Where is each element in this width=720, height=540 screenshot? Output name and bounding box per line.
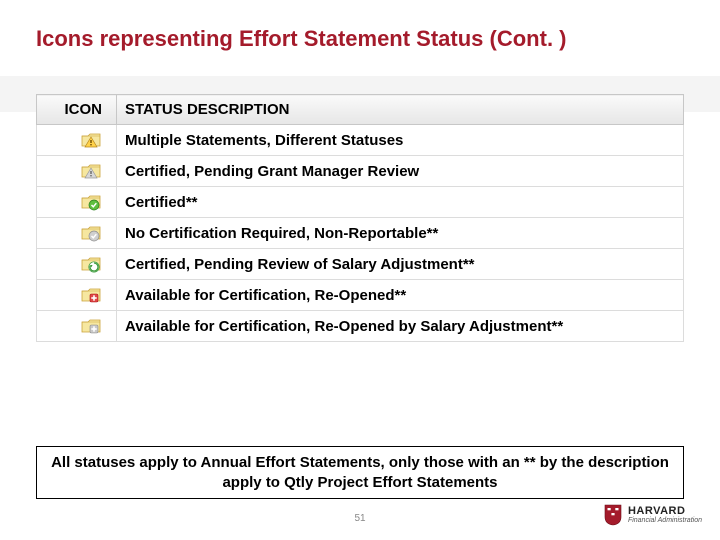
- table-row: No Certification Required, Non-Reportabl…: [37, 218, 684, 249]
- th-icon: ICON: [37, 95, 117, 125]
- brand-name: HARVARD: [628, 506, 702, 517]
- brand-block: HARVARD Financial Administration: [604, 504, 702, 526]
- brand-sub: Financial Administration: [628, 517, 702, 524]
- status-desc: Multiple Statements, Different Statuses: [117, 125, 684, 156]
- table-row: Certified, Pending Review of Salary Adju…: [37, 249, 684, 280]
- brand-text: HARVARD Financial Administration: [628, 506, 702, 524]
- folder-plus-red-icon: [80, 286, 102, 304]
- table-row: Certified**: [37, 187, 684, 218]
- status-icon-cell: [37, 218, 117, 249]
- table-row: Certified, Pending Grant Manager Review: [37, 156, 684, 187]
- table-row: Available for Certification, Re-Opened b…: [37, 311, 684, 342]
- status-desc: Available for Certification, Re-Opened b…: [117, 311, 684, 342]
- status-desc: Available for Certification, Re-Opened**: [117, 280, 684, 311]
- table-header-row: ICON STATUS DESCRIPTION: [37, 95, 684, 125]
- slide: Icons representing Effort Statement Stat…: [0, 0, 720, 540]
- folder-plus-grey-icon: [80, 317, 102, 335]
- footnote-box: All statuses apply to Annual Effort Stat…: [36, 446, 684, 499]
- page-number: 51: [354, 513, 365, 524]
- slide-title: Icons representing Effort Statement Stat…: [36, 26, 684, 52]
- harvard-shield-icon: [604, 504, 622, 526]
- status-icon-cell: [37, 125, 117, 156]
- folder-recycle-icon: [80, 255, 102, 273]
- folder-warn-gold-icon: [80, 131, 102, 149]
- status-icon-cell: [37, 280, 117, 311]
- status-desc: Certified, Pending Review of Salary Adju…: [117, 249, 684, 280]
- folder-warn-grey-icon: [80, 162, 102, 180]
- status-icon-cell: [37, 249, 117, 280]
- folder-check-green-icon: [80, 193, 102, 211]
- table-row: Available for Certification, Re-Opened**: [37, 280, 684, 311]
- status-table: ICON STATUS DESCRIPTION Multiple Stateme…: [36, 94, 684, 342]
- status-desc: Certified**: [117, 187, 684, 218]
- table-row: Multiple Statements, Different Statuses: [37, 125, 684, 156]
- status-icon-cell: [37, 156, 117, 187]
- th-desc: STATUS DESCRIPTION: [117, 95, 684, 125]
- status-icon-cell: [37, 311, 117, 342]
- folder-check-grey-icon: [80, 224, 102, 242]
- status-desc: No Certification Required, Non-Reportabl…: [117, 218, 684, 249]
- status-icon-cell: [37, 187, 117, 218]
- status-desc: Certified, Pending Grant Manager Review: [117, 156, 684, 187]
